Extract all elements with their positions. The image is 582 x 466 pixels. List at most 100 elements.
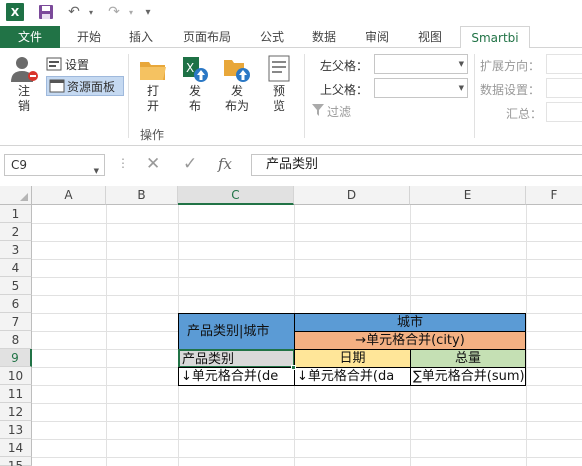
publish-as-icon bbox=[222, 54, 252, 84]
gridline bbox=[32, 259, 582, 260]
row-header-12[interactable]: 12 bbox=[0, 403, 32, 421]
insert-function-icon[interactable]: fx bbox=[218, 155, 232, 173]
tab-data[interactable]: 数据 bbox=[305, 26, 343, 48]
gridline bbox=[32, 295, 582, 296]
cell-d9[interactable]: 日期 bbox=[294, 349, 411, 368]
left-parent-label: 左父格： bbox=[320, 59, 369, 73]
expand-direction-combo[interactable] bbox=[546, 54, 582, 74]
undo-dropdown-icon[interactable]: ▾ bbox=[86, 2, 96, 22]
row-header-15[interactable]: 15 bbox=[0, 457, 32, 466]
row-header-2[interactable]: 2 bbox=[0, 223, 32, 241]
undo-icon[interactable]: ↶ bbox=[64, 2, 84, 22]
worksheet-grid[interactable]: A B C D E F 1 2 3 4 5 6 7 8 9 10 11 12 1… bbox=[0, 186, 582, 466]
column-header-a[interactable]: A bbox=[32, 186, 106, 205]
name-box-value: C9 bbox=[11, 158, 28, 172]
filter-label: 过滤 bbox=[327, 105, 352, 119]
chevron-down-icon: ▼ bbox=[458, 60, 464, 68]
publish-as-button[interactable]: 发 布为 bbox=[220, 54, 254, 114]
cell-e10[interactable]: ∑单元格合并(sum) bbox=[410, 367, 526, 386]
svg-text:X: X bbox=[186, 61, 194, 75]
row-header-8[interactable]: 8 bbox=[0, 331, 32, 349]
enter-icon[interactable]: ✓ bbox=[183, 154, 197, 174]
tab-home[interactable]: 开始 bbox=[70, 26, 108, 48]
row-header-13[interactable]: 13 bbox=[0, 421, 32, 439]
tab-view[interactable]: 视图 bbox=[411, 26, 449, 48]
filter-icon bbox=[312, 104, 324, 119]
column-header-e[interactable]: E bbox=[410, 186, 526, 205]
customize-quick-access-icon[interactable]: ▾ bbox=[142, 2, 154, 22]
gridline bbox=[32, 277, 582, 278]
row-header-4[interactable]: 4 bbox=[0, 259, 32, 277]
redo-icon[interactable]: ↷ bbox=[104, 2, 124, 22]
publish-as-label: 发 布为 bbox=[224, 84, 249, 113]
expand-direction-label: 扩展方向： bbox=[480, 59, 541, 73]
tab-insert[interactable]: 插入 bbox=[122, 26, 160, 48]
cancel-icon[interactable]: ✕ bbox=[146, 154, 160, 174]
row-header-6[interactable]: 6 bbox=[0, 295, 32, 313]
folder-icon bbox=[138, 54, 168, 84]
formula-bar-splitter-icon[interactable]: ⋮ bbox=[117, 156, 129, 170]
preview-icon bbox=[264, 54, 294, 84]
row-header-9[interactable]: 9 bbox=[0, 349, 32, 367]
cell-c7-merged[interactable]: 产品类别|城市 bbox=[178, 313, 295, 350]
column-header-f[interactable]: F bbox=[526, 186, 582, 205]
tab-file[interactable]: 文件 bbox=[0, 26, 60, 48]
gridline bbox=[32, 421, 582, 422]
name-box[interactable]: C9 ▼ bbox=[4, 154, 105, 176]
row-header-11[interactable]: 11 bbox=[0, 385, 32, 403]
cell-c10[interactable]: ↓单元格合并(de bbox=[178, 367, 295, 386]
row-header-5[interactable]: 5 bbox=[0, 277, 32, 295]
gridline bbox=[32, 439, 582, 440]
select-all-corner[interactable] bbox=[0, 186, 32, 205]
cell-d7-merged[interactable]: 城市 bbox=[294, 313, 526, 332]
tab-formulas[interactable]: 公式 bbox=[253, 26, 291, 48]
top-parent-combo[interactable]: ▼ bbox=[374, 78, 468, 98]
redo-dropdown-icon[interactable]: ▾ bbox=[126, 2, 136, 22]
column-header-b[interactable]: B bbox=[106, 186, 178, 205]
tab-smartbi[interactable]: Smartbi bbox=[460, 26, 530, 49]
data-settings-combo[interactable] bbox=[546, 78, 582, 98]
logout-button[interactable]: 注 销 bbox=[6, 54, 42, 114]
formula-bar: C9 ▼ ⋮ ✕ ✓ fx 产品类别 bbox=[0, 153, 582, 179]
ribbon-separator bbox=[304, 54, 305, 138]
ribbon-tabs: 文件 开始 插入 页面布局 公式 数据 审阅 视图 Smartbi bbox=[0, 26, 582, 49]
settings-button[interactable]: 设置 bbox=[46, 55, 89, 73]
cell-c9-selected[interactable]: 产品类别 bbox=[178, 349, 295, 368]
preview-label: 预 览 bbox=[272, 84, 285, 113]
top-parent-label: 上父格： bbox=[320, 83, 369, 97]
cell-d10[interactable]: ↓单元格合并(da bbox=[294, 367, 411, 386]
cell-e9[interactable]: 总量 bbox=[410, 349, 526, 368]
chevron-down-icon: ▼ bbox=[93, 167, 99, 175]
column-header-d[interactable]: D bbox=[294, 186, 410, 205]
column-header-c[interactable]: C bbox=[178, 186, 294, 205]
tab-review[interactable]: 审阅 bbox=[358, 26, 396, 48]
summary-label: 汇总： bbox=[506, 107, 543, 121]
open-button[interactable]: 打 开 bbox=[136, 54, 170, 114]
formula-input[interactable]: 产品类别 bbox=[251, 154, 582, 176]
ribbon: 注 销 设置 资源面板 打 开 X 发 布 发 布为 预 览 操作 左父格： ▼… bbox=[0, 48, 582, 146]
row-header-1[interactable]: 1 bbox=[0, 205, 32, 223]
preview-button[interactable]: 预 览 bbox=[262, 54, 296, 114]
publish-button[interactable]: X 发 布 bbox=[178, 54, 212, 114]
row-header-7[interactable]: 7 bbox=[0, 313, 32, 331]
summary-combo[interactable] bbox=[546, 102, 582, 122]
filter-button[interactable]: 过滤 bbox=[312, 103, 351, 120]
fill-handle[interactable] bbox=[291, 365, 296, 370]
tab-page-layout[interactable]: 页面布局 bbox=[175, 26, 239, 48]
cell-d8-merged[interactable]: →单元格合并(city) bbox=[294, 331, 526, 350]
row-header-14[interactable]: 14 bbox=[0, 439, 32, 457]
settings-label: 设置 bbox=[65, 57, 90, 72]
gridline bbox=[32, 403, 582, 404]
left-parent-combo[interactable]: ▼ bbox=[374, 54, 468, 74]
group-operations-label: 操作 bbox=[139, 128, 164, 142]
row-header-10[interactable]: 10 bbox=[0, 367, 32, 385]
user-icon bbox=[9, 54, 39, 84]
save-icon[interactable] bbox=[36, 2, 56, 22]
resource-panel-button[interactable]: 资源面板 bbox=[46, 76, 124, 96]
gridline bbox=[32, 223, 582, 224]
resource-panel-label: 资源面板 bbox=[67, 79, 116, 94]
panel-icon bbox=[49, 79, 65, 93]
publish-label: 发 布 bbox=[188, 84, 201, 113]
ribbon-separator bbox=[128, 54, 129, 138]
row-header-3[interactable]: 3 bbox=[0, 241, 32, 259]
